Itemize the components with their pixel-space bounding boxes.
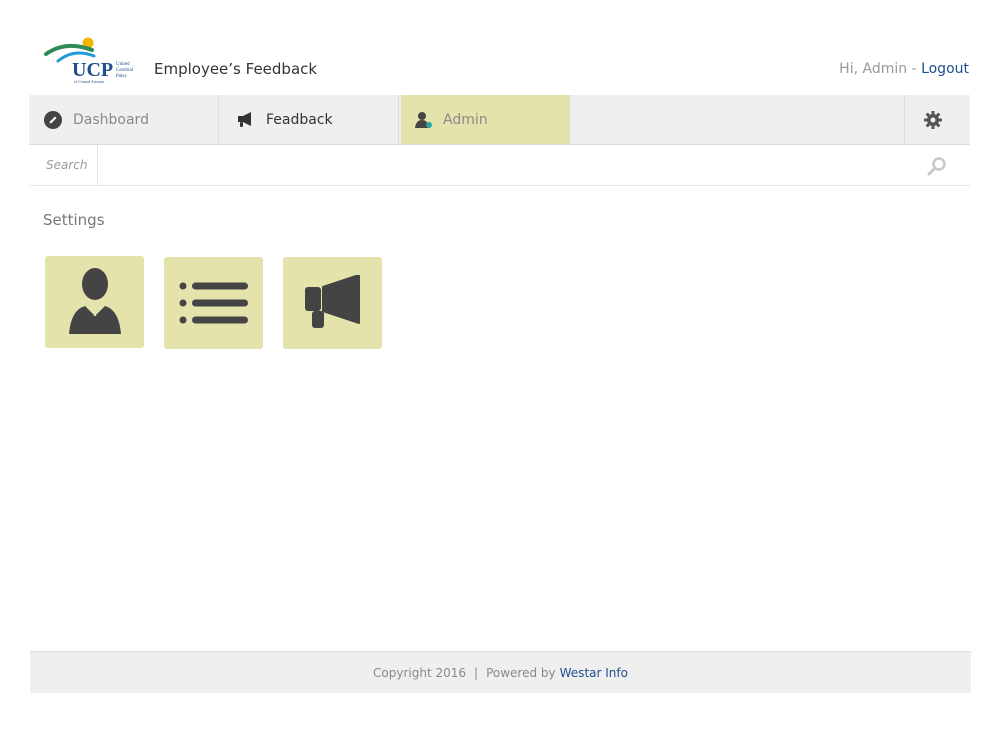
logout-link[interactable]: Logout <box>921 61 969 77</box>
search-input[interactable] <box>99 145 903 187</box>
search-button[interactable] <box>926 155 948 177</box>
nav-item-label: Admin <box>443 111 488 128</box>
nav-item-label: Dashboard <box>73 111 149 128</box>
svg-text:Cerebral: Cerebral <box>116 68 134 73</box>
footer-separator: | <box>474 665 479 680</box>
admin-user-icon <box>413 110 433 130</box>
svg-text:Palsy: Palsy <box>116 74 127 79</box>
powered-by-text: Powered by <box>486 665 556 680</box>
users-settings-tile[interactable] <box>45 256 144 348</box>
footer: Copyright 2016 | Powered by Westar Info <box>30 651 971 693</box>
megaphone-icon <box>304 275 360 328</box>
gear-icon <box>923 110 943 130</box>
svg-text:of Central Arizona: of Central Arizona <box>74 79 104 84</box>
greeting-text: Hi, Admin - <box>839 61 917 77</box>
megaphone-icon <box>236 110 256 130</box>
page-title: Settings <box>43 211 105 229</box>
user-greeting: Hi, Admin - Logout <box>839 61 969 77</box>
ucp-logo-graphic: UCP United Cerebral Palsy of Central Ari… <box>44 37 134 84</box>
app-title: Employee’s Feedback <box>154 60 318 78</box>
businessman-icon <box>68 268 121 334</box>
list-icon <box>179 282 248 324</box>
settings-button[interactable] <box>904 95 970 144</box>
copyright-text: Copyright 2016 <box>373 665 467 680</box>
search-bar: Search <box>29 145 970 187</box>
feedback-settings-tile[interactable] <box>283 257 382 349</box>
svg-text:UCP: UCP <box>72 59 113 81</box>
nav-item-label: Feadback <box>266 111 333 128</box>
nav-item-admin[interactable]: Admin <box>401 95 570 144</box>
logo: UCP United Cerebral Palsy of Central Ari… <box>44 36 136 84</box>
westar-info-link[interactable]: Westar Info <box>560 666 628 680</box>
search-label: Search <box>29 145 98 185</box>
magnifier-icon <box>927 157 946 176</box>
svg-text:United: United <box>116 62 130 67</box>
main-nav: Dashboard Feadback Admin <box>29 95 970 145</box>
pencil-circle-icon <box>43 110 63 130</box>
nav-item-feedback[interactable]: Feadback <box>220 95 399 144</box>
list-settings-tile[interactable] <box>164 257 263 349</box>
nav-item-dashboard[interactable]: Dashboard <box>29 95 219 144</box>
